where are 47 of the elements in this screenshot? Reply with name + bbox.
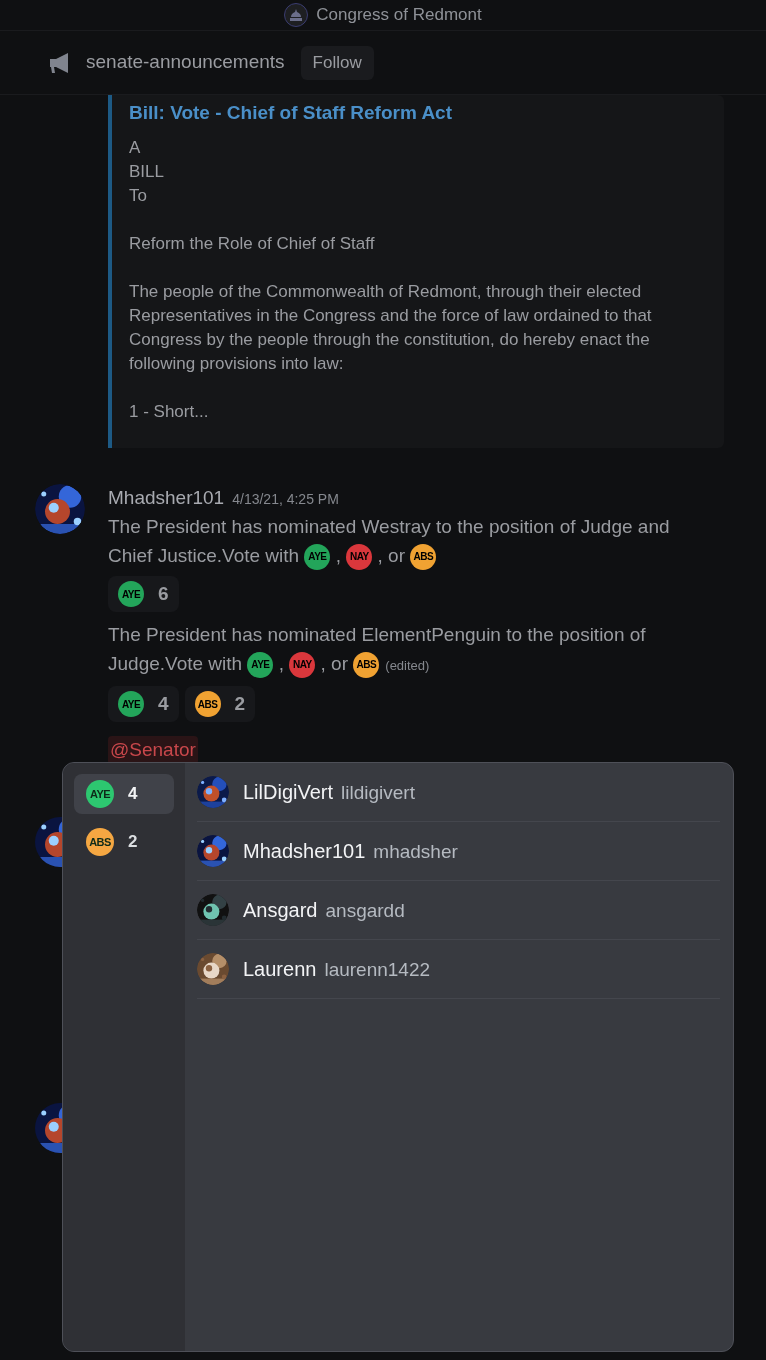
reaction-count: 2: [234, 691, 246, 716]
role-mention[interactable]: @Senator: [108, 736, 198, 765]
timestamp: 4/13/21, 4:25 PM: [232, 489, 339, 509]
embed-text: A: [129, 136, 142, 159]
message-text: The President has nominated ElementPenguin to the position of Judge.Vote with AYE , NAY , or ABS (edited): [108, 620, 718, 680]
embed-text: Reform the Role of Chief of Staff: [129, 232, 376, 255]
vote-emoji: AYE: [304, 544, 331, 570]
reaction-pill[interactable]: ABS 2: [184, 686, 256, 722]
author-name: Mhadsher101: [108, 485, 225, 510]
user-row[interactable]: Ansgard ansgardd: [197, 881, 720, 940]
reaction-tab[interactable]: ABS 2: [74, 822, 174, 862]
vote-emoji: NAY: [346, 544, 373, 570]
vote-emoji: AYE: [86, 780, 114, 808]
display-name: Ansgard: [243, 897, 318, 923]
vote-emoji: ABS: [353, 652, 380, 678]
reaction-pill[interactable]: AYE 6: [108, 576, 179, 612]
vote-emoji: ABS: [410, 544, 437, 570]
username: lildigivert: [341, 780, 415, 805]
username: laurenn1422: [324, 957, 431, 982]
username: ansgardd: [325, 898, 405, 923]
vote-emoji: AYE: [118, 691, 144, 717]
channel-name: senate-announcements: [86, 50, 285, 75]
vote-emoji: AYE: [118, 581, 144, 607]
embed-text: BILL: [129, 160, 165, 183]
vote-emoji: AYE: [247, 652, 274, 678]
display-name: Mhadsher101: [243, 838, 366, 864]
follow-button[interactable]: Follow: [300, 45, 374, 80]
display-name: LilDigiVert: [243, 779, 334, 805]
embed-text: The people of the Commonwealth of Redmont, through their elected Representatives in the Congress and the force of law ordained to that Congress by the people through the constitution, do hereby enact the following provisions into law:: [129, 280, 653, 375]
embed-text: To: [129, 184, 148, 207]
vote-emoji: NAY: [289, 652, 316, 678]
vote-emoji: ABS: [194, 691, 221, 717]
vote-emoji: ABS: [86, 828, 114, 856]
reaction-count: 6: [158, 581, 169, 606]
reaction-tab[interactable]: AYE 4: [74, 774, 174, 814]
reaction-count: 4: [158, 691, 169, 716]
username: mhadsher: [373, 839, 458, 864]
embed-title-link[interactable]: Bill: Vote - Chief of Staff Reform Act: [129, 99, 708, 128]
message-text: The President has nominated Westray to the position of Judge and Chief Justice.Vote with AYE , NAY , or ABS: [108, 512, 718, 570]
user-row[interactable]: LilDigiVert lildigivert: [197, 763, 720, 822]
user-row[interactable]: Laurenn laurenn1422: [197, 940, 720, 999]
server-name: Congress of Redmont: [316, 4, 482, 27]
server-icon: [284, 3, 309, 27]
display-name: Laurenn: [243, 956, 317, 982]
embed-text: 1 - Short...: [129, 400, 210, 423]
reaction-pill[interactable]: AYE 4: [108, 686, 179, 722]
user-row[interactable]: Mhadsher101 mhadsher: [197, 822, 720, 881]
